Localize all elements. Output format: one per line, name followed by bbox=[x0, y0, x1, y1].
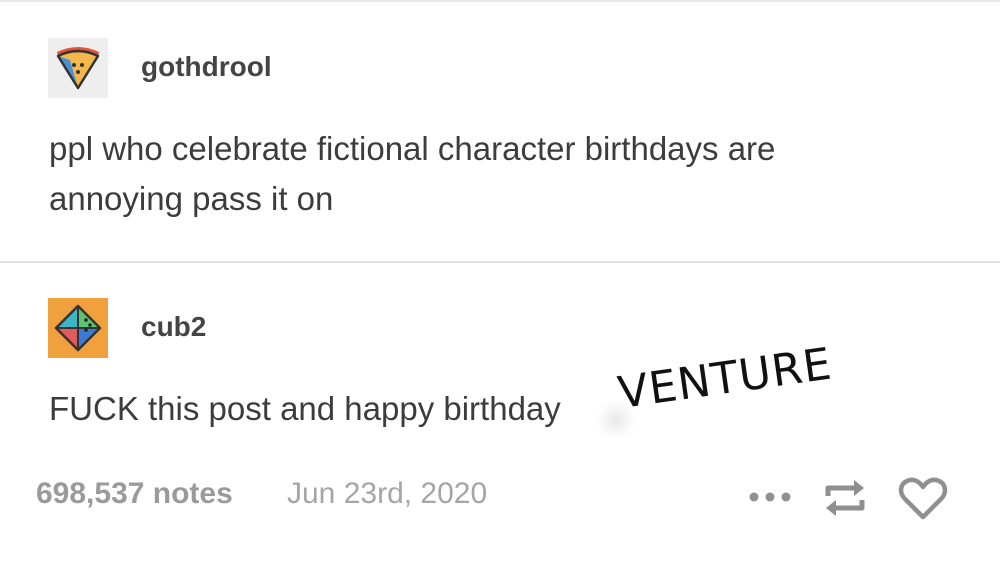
post-divider bbox=[0, 261, 1000, 263]
avatar-gothdrool[interactable] bbox=[48, 38, 108, 98]
pizza-slice-icon bbox=[48, 38, 108, 98]
top-border bbox=[0, 0, 1000, 2]
post-text-line: ppl who celebrate fictional character bi… bbox=[49, 130, 776, 167]
like-button[interactable] bbox=[896, 473, 950, 523]
reblog-button[interactable] bbox=[820, 474, 870, 522]
post-username[interactable]: gothdrool bbox=[141, 51, 272, 83]
reblog-icon bbox=[825, 480, 865, 516]
heart-icon bbox=[898, 477, 948, 520]
post-text-line: annoying pass it on bbox=[49, 180, 334, 217]
post-text: ppl who celebrate fictional character bi… bbox=[49, 124, 909, 224]
more-options-button[interactable] bbox=[745, 482, 795, 512]
octahedron-icon bbox=[48, 298, 108, 358]
more-options-icon bbox=[749, 492, 791, 502]
post-date[interactable]: Jun 23rd, 2020 bbox=[287, 477, 487, 511]
post-username[interactable]: cub2 bbox=[141, 311, 206, 343]
notes-count[interactable]: 698,537 notes bbox=[36, 477, 233, 511]
avatar-cub2[interactable] bbox=[48, 298, 108, 358]
